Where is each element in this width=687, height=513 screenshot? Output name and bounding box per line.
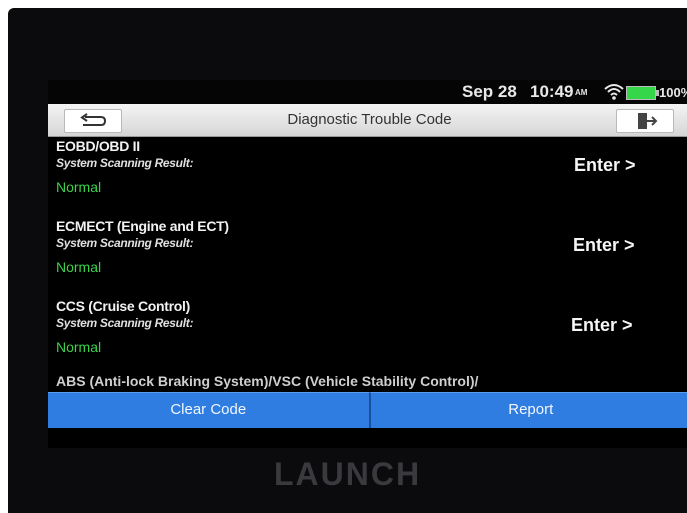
time-text: 10:49 — [530, 82, 574, 101]
date-text: Sep 28 — [462, 82, 517, 101]
clear-code-button[interactable]: Clear Code — [48, 392, 369, 428]
exit-icon — [638, 113, 658, 129]
scan-status: Normal — [56, 179, 102, 195]
wifi-icon — [604, 84, 624, 100]
battery-icon — [626, 86, 659, 100]
report-button[interactable]: Report — [368, 392, 687, 428]
scan-status: Normal — [56, 339, 102, 355]
scan-result-label: System Scanning Result: — [56, 156, 194, 170]
system-row-ccs[interactable]: CCS (Cruise Control) System Scanning Res… — [48, 298, 687, 376]
action-bar: Clear Code Report — [48, 392, 687, 428]
brand-logo: LAUNCH — [273, 456, 422, 492]
scan-status: Normal — [56, 259, 102, 275]
enter-button[interactable]: Enter > — [574, 155, 636, 176]
system-row-eobd[interactable]: EOBD/OBD II System Scanning Result: Norm… — [48, 138, 687, 216]
system-name: ECMECT (Engine and ECT) — [56, 218, 229, 234]
scan-result-label: System Scanning Result: — [56, 236, 194, 250]
scan-result-label: System Scanning Result: — [56, 316, 194, 330]
system-name: CCS (Cruise Control) — [56, 298, 191, 314]
system-row-ecmect[interactable]: ECMECT (Engine and ECT) System Scanning … — [48, 218, 687, 296]
exit-button[interactable] — [616, 109, 674, 133]
title-bar: Diagnostic Trouble Code — [48, 104, 687, 137]
page-title: Diagnostic Trouble Code — [287, 111, 452, 128]
screen: Sep 28 10:49 AM 100% Diagnostic Trouble … — [48, 80, 687, 448]
enter-button[interactable]: Enter > — [571, 315, 633, 336]
enter-button[interactable]: Enter > — [573, 235, 635, 256]
system-row-abs-partial[interactable]: ABS (Anti-lock Braking System)/VSC (Vehi… — [56, 373, 478, 389]
scan-tool-device: Sep 28 10:49 AM 100% Diagnostic Trouble … — [8, 8, 687, 513]
system-name: EOBD/OBD II — [56, 138, 140, 154]
ampm-text: AM — [575, 88, 588, 97]
battery-level-text: 100% — [659, 85, 687, 100]
status-bar: Sep 28 10:49 AM 100% — [48, 80, 687, 104]
